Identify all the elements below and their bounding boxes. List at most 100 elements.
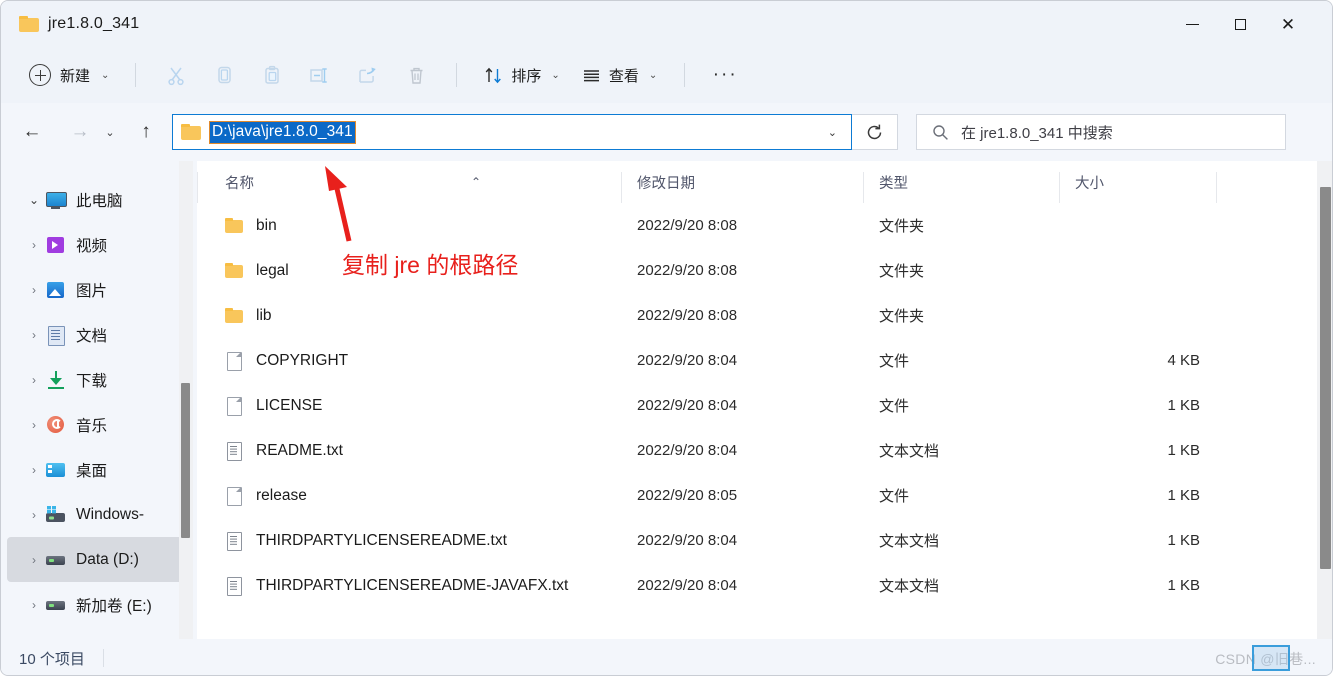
- search-box[interactable]: 在 jre1.8.0_341 中搜索: [916, 114, 1286, 150]
- text-file-icon: [224, 576, 244, 596]
- address-dropdown-chevron-icon[interactable]: ⌄: [820, 126, 845, 139]
- file-name-label: legal: [256, 261, 289, 279]
- search-icon: [933, 124, 948, 140]
- chevron-right-icon[interactable]: ›: [23, 598, 45, 612]
- more-options-button[interactable]: ···: [701, 56, 749, 94]
- file-type-cell: 文本文档: [879, 533, 940, 550]
- chevron-down-icon: ⌄: [648, 69, 658, 81]
- chevron-right-icon[interactable]: ›: [23, 463, 45, 477]
- table-row[interactable]: lib 2022/9/20 8:08 文件夹: [197, 293, 1332, 338]
- minimize-button[interactable]: [1168, 1, 1216, 47]
- sidebar-item-7[interactable]: › Windows-: [7, 492, 189, 537]
- column-header-modified[interactable]: 修改日期: [622, 172, 864, 203]
- copy-button[interactable]: [200, 56, 248, 94]
- sidebar-item-0[interactable]: ⌄ 此电脑: [7, 177, 189, 222]
- share-button[interactable]: [344, 56, 392, 94]
- sidebar-item-5[interactable]: › 音乐: [7, 402, 189, 447]
- chevron-right-icon[interactable]: ›: [23, 283, 45, 297]
- refresh-button[interactable]: [852, 114, 898, 150]
- rename-button[interactable]: [296, 56, 344, 94]
- close-button[interactable]: ✕: [1264, 1, 1312, 47]
- cut-button[interactable]: [152, 56, 200, 94]
- download-bar: [48, 386, 64, 389]
- back-button[interactable]: ←: [15, 115, 49, 149]
- refresh-icon: [867, 124, 882, 139]
- sidebar-item-9[interactable]: › 新加卷 (E:): [7, 582, 189, 627]
- view-button[interactable]: 查看 ⌄: [571, 57, 668, 93]
- file-modified-cell: 2022/9/20 8:04: [637, 352, 738, 369]
- paste-button[interactable]: [248, 56, 296, 94]
- cut-icon: [168, 67, 184, 85]
- navigation-bar: ← → ⌄ ↑ D:\java\jre1.8.0_341 ⌄ 在 jre1.8.…: [1, 103, 1332, 161]
- file-name-cell: lib: [197, 306, 622, 325]
- status-bar: 10 个项目: [1, 639, 1332, 675]
- file-size-cell: 1 KB: [1167, 487, 1200, 504]
- chevron-down-icon: ⌄: [551, 69, 560, 81]
- chevron-right-icon[interactable]: ›: [23, 508, 45, 522]
- sidebar-item-6[interactable]: › 桌面: [7, 447, 189, 492]
- sidebar-item-4[interactable]: › 下载: [7, 357, 189, 402]
- sort-button-label: 排序: [511, 67, 542, 85]
- column-header-size[interactable]: 大小: [1060, 172, 1217, 203]
- chevron-right-icon[interactable]: ›: [23, 553, 45, 567]
- sidebar-item-label: 视频: [76, 237, 108, 255]
- sort-button[interactable]: 排序 ⌄: [473, 57, 570, 93]
- file-size-cell: 1 KB: [1167, 397, 1200, 414]
- file-name-label: bin: [256, 216, 277, 234]
- documents-icon: [45, 325, 67, 346]
- sidebar-item-3[interactable]: › 文档: [7, 312, 189, 357]
- folder-icon: [19, 16, 39, 32]
- content-scrollbar-thumb[interactable]: [1320, 187, 1331, 569]
- table-row[interactable]: release 2022/9/20 8:05 文件 1 KB: [197, 473, 1332, 518]
- table-row[interactable]: THIRDPARTYLICENSEREADME-JAVAFX.txt 2022/9…: [197, 563, 1332, 608]
- file-size-cell: 4 KB: [1167, 352, 1200, 369]
- maximize-button[interactable]: [1216, 1, 1264, 47]
- sort-icon: [486, 67, 502, 83]
- windows-drive-glyph: [46, 505, 65, 522]
- content-scrollbar[interactable]: [1317, 161, 1332, 639]
- music-icon: [45, 415, 67, 434]
- file-type-cell: 文件: [879, 353, 910, 370]
- sidebar-item-label: 新加卷 (E:): [76, 597, 152, 615]
- up-button[interactable]: ↑: [129, 115, 163, 149]
- sidebar-item-2[interactable]: › 图片: [7, 267, 189, 312]
- table-row[interactable]: LICENSE 2022/9/20 8:04 文件 1 KB: [197, 383, 1332, 428]
- chevron-right-icon[interactable]: ›: [23, 328, 45, 342]
- forward-button[interactable]: →: [63, 115, 97, 149]
- music-note-stem: [57, 419, 59, 428]
- rename-icon: [310, 67, 327, 83]
- chevron-right-icon[interactable]: ›: [23, 238, 45, 252]
- file-size-cell: 1 KB: [1167, 577, 1200, 594]
- sidebar-item-8[interactable]: › Data (D:): [7, 537, 189, 582]
- delete-button[interactable]: [392, 56, 440, 94]
- table-row[interactable]: THIRDPARTYLICENSEREADME.txt 2022/9/20 8:0…: [197, 518, 1332, 563]
- recent-locations-button[interactable]: ⌄: [97, 115, 123, 149]
- sidebar-scrollbar[interactable]: [179, 161, 193, 639]
- address-bar[interactable]: D:\java\jre1.8.0_341 ⌄: [172, 114, 852, 150]
- command-bar-divider-3: [684, 63, 686, 87]
- file-modified-cell: 2022/9/20 8:08: [637, 262, 738, 279]
- file-list-pane: 名称 ⌃ 修改日期 类型 大小 bin 2022/9/20 8:08 文件夹 lega…: [197, 161, 1332, 639]
- titlebar-spacer: [1312, 1, 1332, 47]
- this-pc-icon: [45, 191, 67, 209]
- table-row[interactable]: bin 2022/9/20 8:08 文件夹: [197, 203, 1332, 248]
- table-row[interactable]: README.txt 2022/9/20 8:04 文本文档 1 KB: [197, 428, 1332, 473]
- status-divider: [102, 649, 104, 667]
- new-button[interactable]: 新建 ⌄: [25, 58, 119, 92]
- minimize-icon: [1185, 23, 1199, 25]
- sidebar-scrollbar-thumb[interactable]: [181, 383, 190, 538]
- chevron-right-icon[interactable]: ›: [23, 373, 45, 387]
- chevron-right-icon[interactable]: ›: [23, 418, 45, 432]
- column-header-type[interactable]: 类型: [864, 172, 1060, 203]
- column-header-name[interactable]: 名称 ⌃: [197, 172, 622, 203]
- file-icon: [224, 486, 244, 506]
- sidebar-item-1[interactable]: › 视频: [7, 222, 189, 267]
- chevron-down-icon[interactable]: ⌄: [23, 193, 45, 207]
- table-row[interactable]: COPYRIGHT 2022/9/20 8:04 文件 4 KB: [197, 338, 1332, 383]
- file-size-cell: 1 KB: [1167, 532, 1200, 549]
- ellipsis-icon: ···: [712, 64, 738, 86]
- title-bar: jre1.8.0_341 ✕: [1, 1, 1332, 47]
- window-controls: ✕: [1168, 1, 1332, 47]
- file-name-label: COPYRIGHT: [256, 351, 349, 369]
- address-path-text[interactable]: D:\java\jre1.8.0_341: [209, 120, 356, 144]
